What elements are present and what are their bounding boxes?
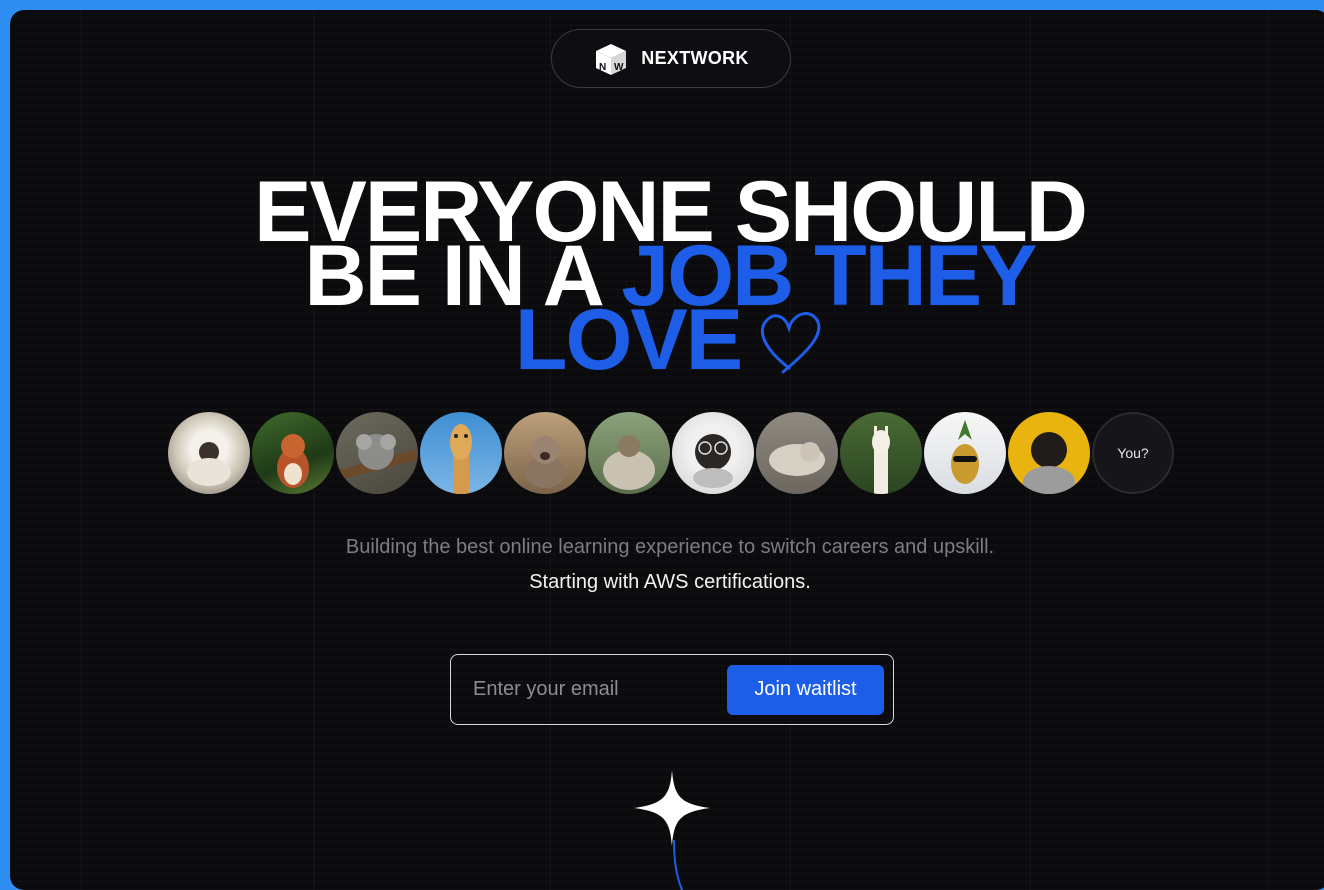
email-input[interactable]: [471, 677, 725, 702]
light-beam-decoration: [660, 839, 690, 890]
subtitle-secondary: Starting with AWS certifications.: [529, 571, 811, 593]
logo-letter-w: W: [614, 62, 624, 73]
page-frame: N W NEXTWORK EVERYONE SHOULD BE IN A JOB…: [10, 10, 1324, 890]
grid-line: [80, 10, 81, 890]
avatar: [588, 412, 670, 494]
brand-logo[interactable]: N W NEXTWORK: [551, 29, 791, 88]
waitlist-form: Join waitlist: [450, 654, 894, 725]
avatar: [1008, 412, 1090, 494]
avatar: [672, 412, 754, 494]
avatar: [504, 412, 586, 494]
avatar: [336, 412, 418, 494]
logo-letter-n: N: [599, 62, 606, 73]
cube-logo-icon: N W: [593, 41, 629, 77]
avatar: [420, 412, 502, 494]
grid-line: [1268, 10, 1269, 890]
headline-line-3-blue: LOVE: [514, 292, 743, 388]
brand-name: NEXTWORK: [641, 48, 749, 68]
avatar: [168, 412, 250, 494]
join-waitlist-button[interactable]: Join waitlist: [727, 664, 884, 715]
avatar-row: You?: [168, 412, 1174, 496]
avatar: [924, 412, 1006, 494]
hero-headline: EVERYONE SHOULD BE IN A JOB THEY LOVE: [10, 169, 1324, 383]
avatar: [840, 412, 922, 494]
sparkle-icon: [634, 770, 710, 851]
avatar: [756, 412, 838, 494]
headline-line-3: LOVE: [10, 297, 1324, 383]
you-avatar: You?: [1092, 412, 1174, 494]
subtitle: Building the best online learning experi…: [345, 536, 995, 558]
heart-icon: [753, 304, 825, 379]
avatar: [252, 412, 334, 494]
